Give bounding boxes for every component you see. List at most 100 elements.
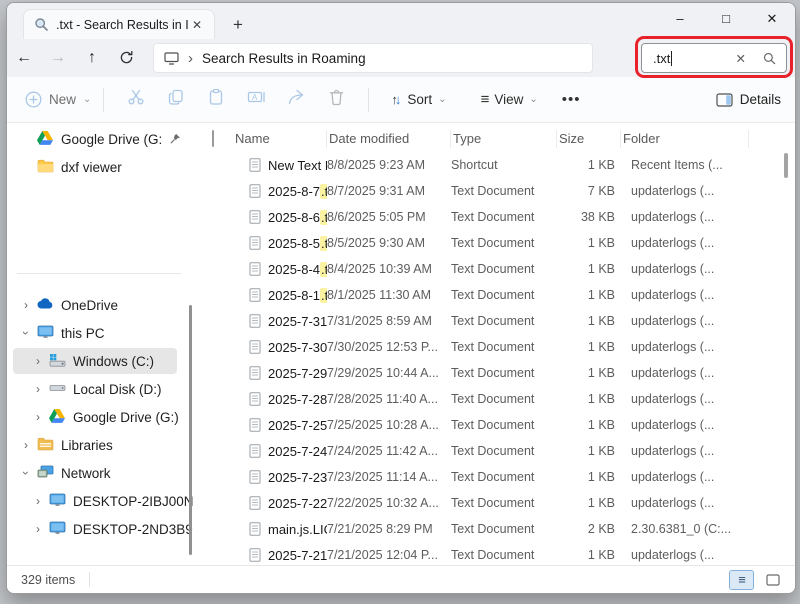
table-row[interactable]: 2025-8-5.txt 8/5/2025 9:30 AM Text Docum… [195,230,795,256]
file-type: Text Document [451,340,557,354]
date-modified: 8/8/2025 9:23 AM [327,158,451,172]
search-icon [34,17,49,32]
table-row[interactable]: 2025-8-4.txt 8/4/2025 10:39 AM Text Docu… [195,256,795,282]
file-type: Text Document [451,366,557,380]
pin-icon [170,132,181,147]
chevron-down-icon[interactable]: › [19,326,33,340]
table-row[interactable]: 2025-8-7.txt 8/7/2025 9:31 AM Text Docum… [195,178,795,204]
chevron-right-icon[interactable]: › [31,522,45,536]
view-icon: ≡ [481,91,489,108]
paste-button[interactable] [196,88,236,111]
sidebar-item-local-disk-d[interactable]: › Local Disk (D:) [7,375,195,403]
copy-button[interactable] [156,88,196,111]
table-row[interactable]: New Text Do... 8/8/2025 9:23 AM Shortcut… [195,152,795,178]
delete-button[interactable] [316,88,356,111]
minimize-button[interactable]: – [657,3,703,37]
tab-bar: .txt - Search Results in I ✕ + – □ ✕ [7,3,795,39]
file-name: main.js.LICEN... [268,522,327,537]
command-toolbar: New ⌄ [7,77,795,123]
chevron-right-icon[interactable]: › [19,438,33,452]
explorer-tab[interactable]: .txt - Search Results in I ✕ [23,9,215,39]
rename-button[interactable]: A [236,88,276,111]
sidebar-item-google-drive-g[interactable]: › Google Drive (G:) [7,403,195,431]
table-row[interactable]: 2025-7-25.txt 7/25/2025 10:28 A... Text … [195,412,795,438]
column-header-date[interactable]: Date modified [327,130,451,148]
chevron-right-icon[interactable]: › [19,298,33,312]
file-rows: New Text Do... 8/8/2025 9:23 AM Shortcut… [195,152,795,565]
back-button[interactable]: ← [7,49,41,67]
sidebar-item-google-drive-pinned[interactable]: Google Drive (G: [7,125,195,153]
table-row[interactable]: 2025-8-6.txt 8/6/2025 5:05 PM Text Docum… [195,204,795,230]
sidebar-item-network[interactable]: › Network [7,459,195,487]
view-button[interactable]: ≡ View ⌄ [471,91,548,108]
search-input[interactable]: .txt ✕ [641,43,787,73]
forward-button[interactable]: → [41,49,75,67]
address-bar[interactable]: › Search Results in Roaming [153,43,593,73]
breadcrumb-chevron-icon: › [188,50,193,67]
table-row[interactable]: 2025-7-21.txt 7/21/2025 12:04 P... Text … [195,542,795,565]
chevron-down-icon[interactable]: › [19,466,33,480]
search-icon[interactable] [763,52,776,65]
file-folder: updaterlogs (... [621,366,749,380]
sidebar-item-this-pc[interactable]: › this PC [7,319,195,347]
chevron-right-icon[interactable]: › [31,410,45,424]
chevron-right-icon[interactable]: › [31,494,45,508]
sidebar-item-windows-c[interactable]: › Windows (C:) [7,347,195,375]
table-row[interactable]: 2025-7-28.txt 7/28/2025 11:40 A... Text … [195,386,795,412]
document-icon [249,444,261,458]
sidebar-item-libraries[interactable]: › Libraries [7,431,195,459]
sort-label: Sort [407,92,432,107]
file-list-scrollbar[interactable] [784,153,788,178]
refresh-button[interactable] [109,49,143,67]
date-modified: 7/23/2025 11:14 A... [327,470,451,484]
details-view-button[interactable]: ≡ [729,570,754,590]
table-row[interactable]: 2025-8-1.txt 8/1/2025 11:30 AM Text Docu… [195,282,795,308]
document-icon [249,236,261,250]
table-row[interactable]: 2025-7-24.txt 7/24/2025 11:42 A... Text … [195,438,795,464]
chevron-right-icon[interactable]: › [31,382,45,396]
select-all-checkbox[interactable] [212,130,214,147]
table-row[interactable]: 2025-7-22.txt 7/22/2025 10:32 A... Text … [195,490,795,516]
close-button[interactable]: ✕ [749,3,795,37]
column-header-type[interactable]: Type [451,130,557,148]
cut-button[interactable] [116,88,156,111]
sidebar-item-desktop-2nd3b9[interactable]: › DESKTOP-2ND3B9 [7,515,195,543]
sidebar-scrollbar[interactable] [189,305,192,555]
toolbar-separator [103,88,104,112]
clear-search-icon[interactable]: ✕ [736,51,746,66]
date-modified: 7/21/2025 12:04 P... [327,548,451,562]
column-header-name[interactable]: Name [233,130,327,148]
details-pane-button[interactable]: Details [716,92,781,107]
sidebar-item-dxf-viewer[interactable]: dxf viewer [7,153,195,181]
column-header-size[interactable]: Size [557,130,621,148]
table-row[interactable]: 2025-7-29.txt 7/29/2025 10:44 A... Text … [195,360,795,386]
document-icon [249,184,261,198]
sort-button[interactable]: ↑↓ Sort ⌄ [381,92,456,107]
date-modified: 7/29/2025 10:44 A... [327,366,451,380]
items-count: 329 items [21,573,75,587]
file-folder: updaterlogs (... [621,210,749,224]
sidebar-tree: › OneDrive › [7,291,195,543]
maximize-button[interactable]: □ [703,3,749,37]
large-icons-view-button[interactable] [760,570,785,590]
more-options-button[interactable]: ••• [548,91,595,108]
tab-close-icon[interactable]: ✕ [188,18,206,32]
table-row[interactable]: 2025-7-23.txt 7/23/2025 11:14 A... Text … [195,464,795,490]
file-folder: updaterlogs (... [621,444,749,458]
file-name: 2025-8-5 [268,236,320,251]
chevron-right-icon[interactable]: › [31,354,45,368]
table-row[interactable]: main.js.LICEN... 7/21/2025 8:29 PM Text … [195,516,795,542]
details-view-icon: ≡ [738,572,745,587]
sidebar-item-desktop-2ibj00n[interactable]: › DESKTOP-2IBJ00N [7,487,195,515]
new-tab-button[interactable]: + [233,16,243,33]
breadcrumb[interactable]: Search Results in Roaming [202,51,366,66]
search-match-highlight: .txt [320,288,327,303]
new-button[interactable]: New ⌄ [25,91,91,108]
file-name: 2025-7-29 [268,366,327,381]
table-row[interactable]: 2025-7-31.txt 7/31/2025 8:59 AM Text Doc… [195,308,795,334]
column-header-folder[interactable]: Folder [621,130,749,148]
up-button[interactable]: ↑ [75,49,109,67]
table-row[interactable]: 2025-7-30.txt 7/30/2025 12:53 P... Text … [195,334,795,360]
share-button[interactable] [276,88,316,111]
sidebar-item-onedrive[interactable]: › OneDrive [7,291,195,319]
